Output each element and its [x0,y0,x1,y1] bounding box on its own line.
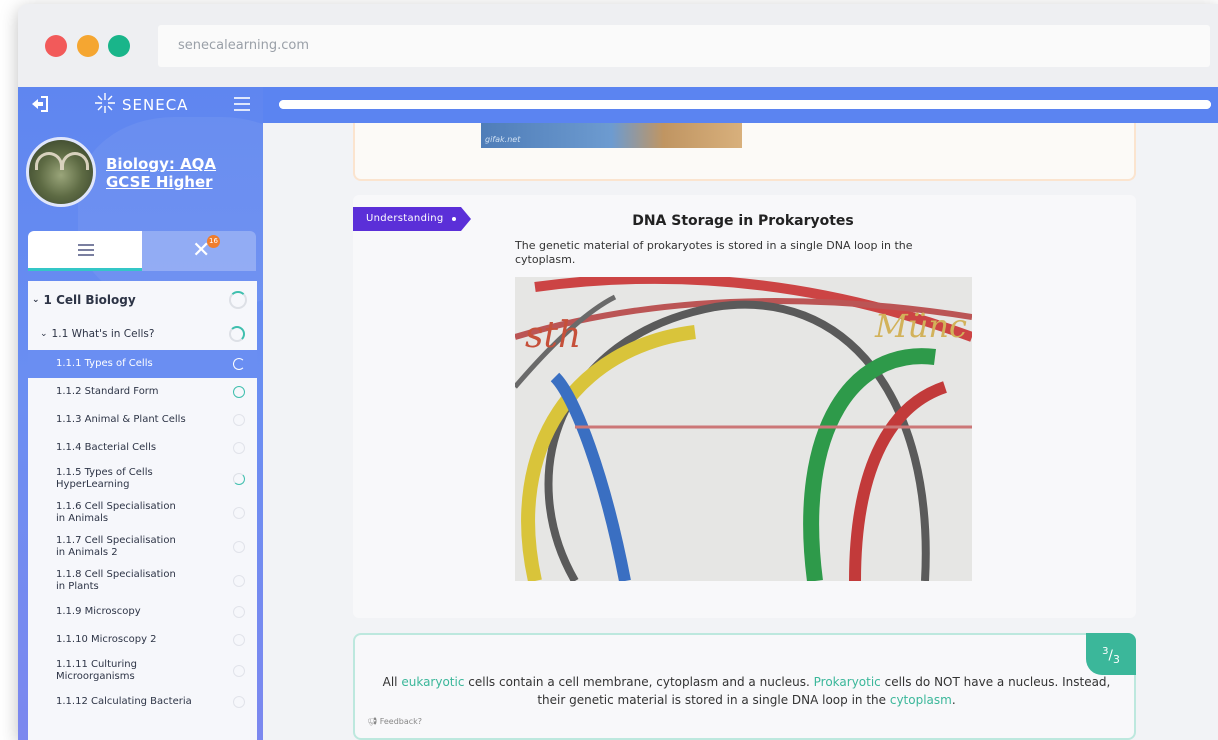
toc-item-1-1-12[interactable]: 1.1.12 Calculating Bacteria [28,688,257,716]
progress-ring-icon [233,473,245,485]
list-icon [78,244,94,256]
chevron-down-icon: ⌄ [40,329,48,339]
toc-label: 1.1.12 Calculating Bacteria [56,696,192,707]
maximize-window-button[interactable] [108,35,130,57]
table-of-contents: ⌄ 1 Cell Biology ⌄ 1.1 What's in Cells? … [28,281,257,740]
svg-text:sth: sth [525,315,581,356]
toc-label: 1.1.7 Cell Specialisation in Animals 2 [56,535,176,558]
progress-ring-icon [229,326,245,342]
toc-label: 1.1.5 Types of Cells HyperLearning [56,467,153,490]
hamburger-menu-icon[interactable] [234,97,250,111]
toc-item-1-1-6[interactable]: 1.1.6 Cell Specialisation in Animals [28,496,257,530]
toc-label: 1.1.9 Microscopy [56,606,141,617]
toc-item-1-1-1[interactable]: 1.1.1 Types of Cells [28,350,257,378]
summary-text: All eukaryotic cells contain a cell memb… [369,673,1124,709]
exit-icon[interactable] [30,96,48,112]
card-counter: 3/3 [1086,633,1136,675]
summary-text-part: . [951,693,956,707]
keyword-prokaryotic[interactable]: Prokaryotic [814,675,881,689]
minimize-window-button[interactable] [77,35,99,57]
toc-item-1-1-11[interactable]: 1.1.11 Culturing Microorganisms [28,654,257,688]
feedback-link[interactable]: 📢︎ Feedback? [367,717,422,726]
course-avatar [26,137,96,207]
progress-ring-icon [233,634,245,646]
progress-ring-icon [233,665,245,677]
toc-label: 1.1.4 Bacterial Cells [56,442,157,453]
toc-subsection-1-1[interactable]: ⌄ 1.1 What's in Cells? [28,318,257,350]
concept-card: Understanding DNA Storage in Prokaryotes… [353,195,1136,618]
tab-wrong-answers[interactable]: ✕ 16 [142,231,256,271]
card-title: DNA Storage in Prokaryotes [632,213,854,229]
progress-ring-icon [233,442,245,454]
deer-antler-left [35,152,63,170]
summary-text-part: cells contain a cell membrane, cytoplasm… [464,675,814,689]
counter-total: 3 [1112,652,1120,666]
address-bar[interactable]: senecalearning.com [158,25,1210,67]
logo-text: SENECA [122,96,189,114]
browser-chrome: senecalearning.com [18,4,1218,87]
previous-card-image: gifak.net [481,123,742,148]
keyword-cytoplasm[interactable]: cytoplasm [890,693,952,707]
toc-label: 1.1.11 Culturing Microorganisms [56,659,137,682]
previous-card: gifak.net [353,123,1136,181]
progress-header [263,87,1218,123]
seneca-logo[interactable]: SENECA [94,92,189,119]
seneca-star-icon [94,92,116,119]
sidebar: SENECA Biology: AQA GCSE Higher ✕ 16 ⌄ 1… [18,87,263,740]
toc-item-1-1-5[interactable]: 1.1.5 Types of Cells HyperLearning [28,462,257,496]
progress-ring-icon [233,575,245,587]
toc-item-1-1-10[interactable]: 1.1.10 Microscopy 2 [28,626,257,654]
progress-ring-icon [229,290,247,309]
progress-ring-icon [233,507,245,519]
toc-item-1-1-7[interactable]: 1.1.7 Cell Specialisation in Animals 2 [28,530,257,564]
toc-section-1[interactable]: ⌄ 1 Cell Biology [28,281,257,318]
deer-antler-right [61,152,89,170]
sidebar-decoration [78,117,263,307]
toc-item-1-1-4[interactable]: 1.1.4 Bacterial Cells [28,434,257,462]
course-title-link[interactable]: Biology: AQA GCSE Higher [106,155,256,191]
toc-label: 1.1.6 Cell Specialisation in Animals [56,501,176,524]
card-description: The genetic material of prokaryotes is s… [515,239,913,266]
toc-item-1-1-9[interactable]: 1.1.9 Microscopy [28,598,257,626]
gif-watermark: gifak.net [485,135,521,144]
roller-coaster-image: sth Münc [515,277,972,581]
tag-dot [452,217,456,221]
progress-ring-icon [233,386,245,398]
toc-label: 1.1.10 Microscopy 2 [56,634,157,645]
toc-item-1-1-2[interactable]: 1.1.2 Standard Form [28,378,257,406]
session-progress-fill [279,100,1211,109]
counter-current: 3 [1102,646,1109,657]
progress-ring-icon [233,696,245,708]
toc-label: 1.1.8 Cell Specialisation in Plants [56,569,176,592]
toc-item-1-1-8[interactable]: 1.1.8 Cell Specialisation in Plants [28,564,257,598]
sidebar-header: SENECA [18,87,263,123]
keyword-eukaryotic[interactable]: eukaryotic [401,675,464,689]
tag-label: Understanding [366,213,444,224]
understanding-tag: Understanding [353,207,471,231]
svg-text:Münc: Münc [874,307,967,345]
progress-ring-icon [233,358,245,370]
summary-card: 3/3 All eukaryotic cells contain a cell … [353,633,1136,740]
progress-ring-icon [233,541,245,553]
main-content: gifak.net Understanding DNA Storage in P… [263,87,1218,740]
session-progress-bar [279,100,1211,109]
toc-item-1-1-3[interactable]: 1.1.3 Animal & Plant Cells [28,406,257,434]
progress-ring-icon [233,606,245,618]
chevron-down-icon: ⌄ [32,294,40,305]
megaphone-icon: 📢︎ [367,717,378,726]
active-tab-indicator [28,268,142,271]
feedback-label: Feedback? [379,717,423,726]
toc-label: 1.1.3 Animal & Plant Cells [56,414,186,425]
close-window-button[interactable] [45,35,67,57]
progress-ring-icon [233,414,245,426]
toc-label: 1 Cell Biology [43,292,136,307]
toc-label: 1.1 What's in Cells? [51,328,155,340]
sidebar-tabs: ✕ 16 [28,231,257,271]
summary-text-part: All [382,675,402,689]
toc-label: 1.1.2 Standard Form [56,386,159,397]
browser-window: senecalearning.com SENECA Biology: AQA G… [18,4,1218,740]
toc-label: 1.1.1 Types of Cells [56,358,153,369]
wrong-count-badge: 16 [207,235,220,248]
tab-contents[interactable] [28,231,142,271]
